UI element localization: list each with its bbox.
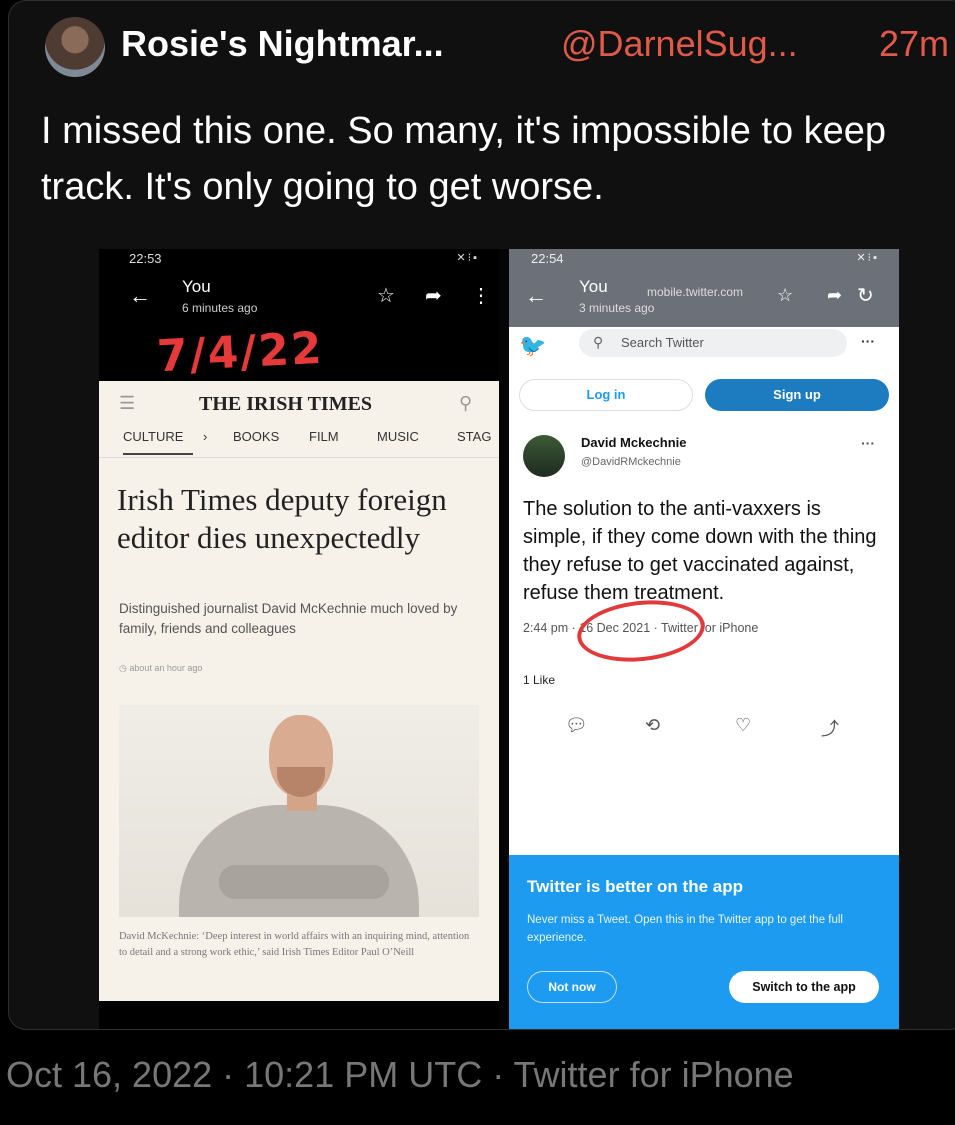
not-now-button: Not now [527,971,617,1003]
section-culture: CULTURE [123,429,184,444]
more-icon: ⋮ [471,285,491,307]
nav-bar [99,1001,499,1029]
retweet-icon: ⟲ [645,715,661,735]
twitter-header: 🐦 ⚲ Search Twitter ··· [509,327,899,369]
status-icons: ✕⁝▪ [456,252,479,264]
photo-caption: David McKechnie: ‘Deep interest in world… [119,931,470,958]
article-page: ☰ THE IRISH TIMES ⚲ CULTURE › BOOKS FILM… [99,381,499,1001]
reply-icon: 💬︎ [565,715,588,735]
section-music: MUSIC [377,429,419,444]
star-icon: ☆ [377,285,395,307]
tweet-text: I missed this one. So many, it's impossi… [41,110,887,208]
app-promo-banner: Twitter is better on the app Never miss … [509,855,899,1029]
article-timestamp: ◷ about an hour ago [119,663,203,673]
section-stage: STAG [457,429,492,444]
tweet-time[interactable]: 27m [879,23,949,65]
tweet-author-handle: @DavidRMckechnie [581,456,681,468]
tweet-card[interactable]: Rosie's Nightmar... @DarnelSug... 27m I … [8,0,955,1030]
star-icon: ☆ [777,285,794,305]
search-placeholder: Search Twitter [621,335,704,350]
author-name[interactable]: Rosie's Nightmar... [121,23,444,65]
status-time: 22:53 [129,251,162,266]
handwritten-date: 7/4/22 [155,322,325,383]
more-icon: ··· [861,333,875,349]
timestamp-text: about an hour ago [129,663,203,673]
tweet-author-name: David Mckechnie [581,435,687,450]
app-bar: ← You 6 minutes ago ☆ ➦ ⋮ [99,271,499,327]
tweet-author-avatar [523,435,565,477]
back-arrow-icon: ← [129,283,151,308]
you-label: You [579,277,608,296]
article-standfirst: Distinguished journalist David McKechnie… [119,601,458,636]
tweet-image[interactable]: 22:53 ✕⁝▪ ← You 6 minutes ago ☆ ➦ ⋮ 7/4/… [99,249,899,1029]
author-avatar[interactable] [45,17,105,77]
publication-header: ☰ THE IRISH TIMES ⚲ [99,381,499,429]
url-label: mobile.twitter.com [647,285,744,299]
irish-times-screenshot: 22:53 ✕⁝▪ ← You 6 minutes ago ☆ ➦ ⋮ 7/4/… [99,249,499,1029]
status-time: 22:54 [531,251,564,266]
photo-body [179,805,419,917]
section-separator: › [203,429,208,444]
embedded-tweet-text: The solution to the anti-vaxxers is simp… [523,498,877,604]
search-icon: ⚲ [593,334,604,350]
refresh-icon: ↻ [857,285,874,307]
promo-subtitle: Never miss a Tweet. Open this in the Twi… [527,914,843,944]
section-books: BOOKS [233,429,280,444]
author-handle[interactable]: @DarnelSug... [561,23,798,65]
tweet-actions: 💬︎ ⟲ ♡ ⤴ [509,715,899,745]
minutes-ago: 6 minutes ago [182,301,258,315]
section-film: FILM [309,429,339,444]
section-underline [123,453,193,455]
tweet-more-icon: ··· [861,435,875,451]
minutes-ago: 3 minutes ago [579,301,655,315]
photo-arms [219,865,389,899]
switch-to-app-button: Switch to the app [729,971,879,1003]
article-photo [119,705,479,917]
like-count: 1 Like [523,673,556,687]
twitter-bird-icon: 🐦 [519,333,547,358]
publication-title: THE IRISH TIMES [199,393,373,415]
browser-bar: 22:54 ✕⁝▪ ← You 3 minutes ago mobile.twi… [509,249,899,327]
signup-button: Sign up [705,379,889,411]
you-label: You [182,277,211,296]
status-icons: ✕⁝▪ [856,252,879,264]
share-icon: ➦ [425,285,442,307]
twitter-screenshot: 22:54 ✕⁝▪ ← You 3 minutes ago mobile.twi… [509,249,899,1029]
menu-icon: ☰ [119,393,136,413]
tweet-footer: Oct 16, 2022 · 10:21 PM UTC · Twitter fo… [6,1054,794,1095]
share-icon: ➦ [827,285,843,305]
login-button: Log in [519,379,693,411]
heart-icon: ♡ [735,715,752,735]
share-icon: ⤴ [821,719,839,739]
section-divider [99,457,499,458]
promo-title: Twitter is better on the app [527,877,743,896]
back-arrow-icon: ← [525,283,547,308]
search-bar: ⚲ Search Twitter [579,329,847,357]
user-icon: ⚲ [459,393,473,413]
status-bar: 22:53 ✕⁝▪ [99,249,499,271]
article-headline: Irish Times deputy foreign editor dies u… [117,482,447,555]
